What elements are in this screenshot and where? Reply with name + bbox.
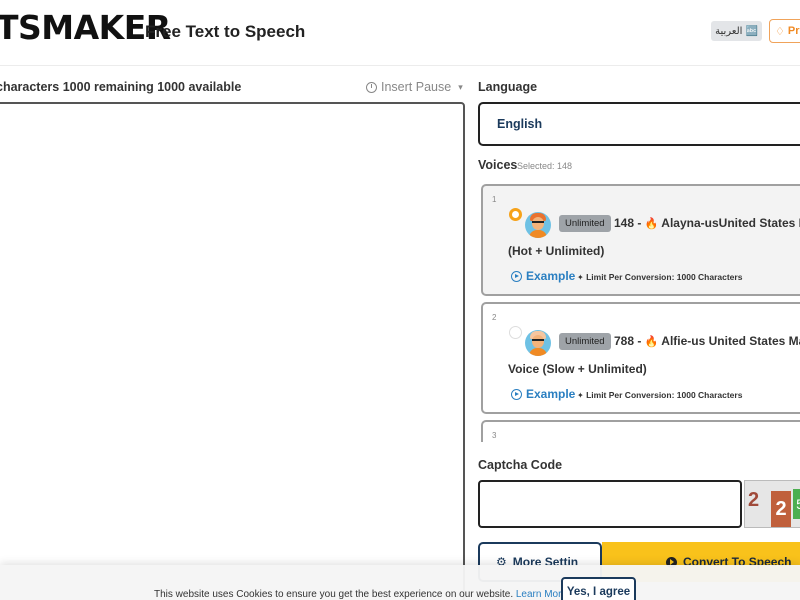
- unlimited-badge: Unlimited: [559, 215, 611, 232]
- conversion-limit: ✦ Limit Per Conversion: 1000 Characters: [577, 272, 742, 282]
- voice-id: 788 -: [614, 334, 642, 348]
- captcha-char: 2: [748, 489, 760, 511]
- learn-more-link[interactable]: Learn More: [516, 589, 567, 600]
- language-select[interactable]: English: [478, 102, 800, 146]
- insert-pause-label: Insert Pause: [381, 80, 452, 94]
- unlimited-badge: Unlimited: [559, 333, 611, 350]
- example-play-button[interactable]: Example: [511, 269, 575, 283]
- conversion-limit: ✦ Limit Per Conversion: 1000 Characters: [577, 390, 742, 400]
- language-label: Language: [478, 80, 538, 94]
- voice-card[interactable]: 2 Unlimited 788 - 🔥 Alfie-us United Stat…: [481, 302, 800, 414]
- voice-avatar: [525, 330, 551, 356]
- voice-card[interactable]: 1 Unlimited 148 - 🔥 Alayna-usUnited Stat…: [481, 184, 800, 296]
- play-icon: [511, 388, 522, 400]
- captcha-char: 5: [793, 489, 800, 519]
- voice-number: 3: [492, 431, 497, 440]
- clock-icon: [366, 81, 377, 93]
- text-input-area[interactable]: [0, 102, 465, 600]
- voice-id: 148 -: [614, 216, 642, 230]
- header: TSMAKER Free Text to Speech العربية 🔤 ♢ …: [0, 0, 800, 66]
- diamond-icon: ♢: [775, 25, 785, 38]
- example-play-button[interactable]: Example: [511, 387, 575, 401]
- voice-name: Alayna-usUnited States Fem: [661, 216, 800, 230]
- captcha-char: 2: [771, 491, 791, 527]
- cookie-banner: This website uses Cookies to ensure you …: [0, 565, 800, 600]
- voice-card[interactable]: 3: [481, 420, 800, 442]
- chevron-down-icon: ▾: [458, 81, 463, 92]
- fire-icon: 🔥: [644, 218, 659, 230]
- conversion-limit-text: Limit Per Conversion: 1000 Characters: [586, 272, 743, 282]
- cookie-agree-button[interactable]: Yes, I agree: [561, 577, 636, 600]
- language-selected-value: English: [497, 117, 543, 131]
- fire-icon: 🔥: [644, 336, 659, 348]
- play-icon: [511, 270, 522, 282]
- voice-radio[interactable]: [509, 326, 522, 339]
- voice-title: 148 - 🔥 Alayna-usUnited States Fem: [614, 216, 800, 230]
- captcha-image[interactable]: 2 2 5: [744, 480, 800, 528]
- pro-button[interactable]: ♢ Pro: [769, 19, 800, 43]
- sparkle-icon: ✦: [577, 273, 584, 282]
- translate-icon: 🔤: [745, 25, 758, 37]
- voice-subtitle: Voice (Slow + Unlimited): [508, 362, 647, 376]
- cookie-message: This website uses Cookies to ensure you …: [154, 589, 514, 600]
- voice-subtitle: (Hot + Unlimited): [508, 244, 605, 258]
- voice-title: 788 - 🔥 Alfie-us United States Male: [614, 334, 800, 348]
- example-label: Example: [526, 387, 576, 401]
- voice-number: 1: [492, 195, 497, 204]
- page-title: Free Text to Speech: [145, 22, 306, 41]
- voices-selected-count: Selected: 148: [517, 161, 573, 171]
- voice-avatar: [525, 212, 551, 238]
- voice-radio[interactable]: [509, 208, 522, 221]
- voice-number: 2: [492, 313, 497, 322]
- pro-label: Pro: [787, 25, 800, 37]
- sparkle-icon: ✦: [577, 391, 584, 400]
- language-switch-label: العربية: [715, 25, 743, 37]
- captcha-label: Captcha Code: [478, 458, 563, 472]
- character-counter: characters 1000 remaining 1000 available: [0, 80, 242, 94]
- cookie-text: This website uses Cookies to ensure you …: [154, 589, 567, 600]
- example-label: Example: [526, 269, 576, 283]
- insert-pause-dropdown[interactable]: Insert Pause ▾: [366, 80, 463, 94]
- voice-list[interactable]: 1 Unlimited 148 - 🔥 Alayna-usUnited Stat…: [478, 180, 800, 442]
- captcha-input[interactable]: [478, 480, 742, 528]
- conversion-limit-text: Limit Per Conversion: 1000 Characters: [586, 390, 743, 400]
- voices-label: Voices: [478, 158, 518, 172]
- language-switch-button[interactable]: العربية 🔤: [711, 21, 762, 41]
- voice-name: Alfie-us United States Male: [661, 334, 800, 348]
